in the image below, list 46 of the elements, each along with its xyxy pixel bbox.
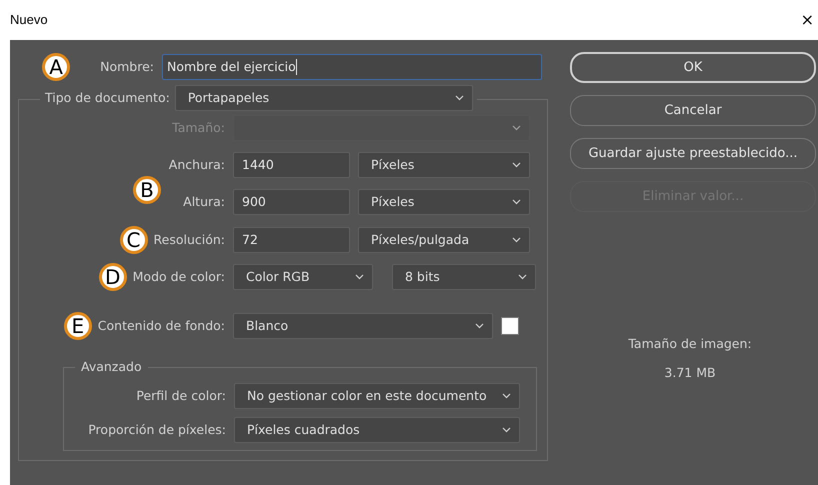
text-field[interactable]: 900 — [233, 189, 350, 215]
field-label: Altura: — [183, 192, 225, 211]
group-title: Avanzado — [80, 358, 143, 376]
close-button[interactable]: × — [798, 12, 816, 28]
color-swatch[interactable] — [501, 317, 519, 335]
field-label: Contenido de fondo: — [98, 316, 225, 335]
dropdown[interactable]: Píxeles — [358, 189, 530, 215]
annotation-marker: D — [98, 263, 127, 291]
annotation-marker: C — [120, 226, 148, 254]
annotation-marker: A — [42, 53, 70, 81]
field-label: Anchura: — [168, 156, 225, 174]
dialog-button[interactable]: Cancelar — [570, 95, 816, 126]
name-field[interactable]: Nombre del ejercicio — [162, 54, 542, 80]
field-label: Modo de color: — [132, 268, 225, 286]
chevron-down-icon — [512, 125, 521, 131]
field-label: Nombre: — [100, 58, 154, 76]
image-size-value: 3.71 MB — [664, 364, 716, 382]
dropdown[interactable]: Blanco — [233, 313, 493, 339]
chevron-down-icon — [454, 95, 464, 101]
field-label: Tipo de documento: — [44, 88, 171, 107]
dropdown[interactable]: Píxeles cuadrados — [234, 417, 520, 443]
chevron-down-icon — [502, 427, 511, 433]
chevron-down-icon — [355, 274, 364, 280]
image-size-label: Tamaño de imagen: — [628, 335, 752, 353]
dropdown[interactable]: Portapapeles — [174, 85, 473, 111]
chevron-down-icon — [512, 237, 521, 243]
text-field[interactable]: 1440 — [233, 152, 350, 178]
chevron-down-icon — [512, 162, 521, 168]
dropdown[interactable]: Píxeles — [358, 152, 530, 178]
annotation-marker: B — [133, 176, 161, 204]
dialog-button[interactable]: OK — [570, 52, 816, 83]
field-label: Perfil de color: — [136, 386, 226, 405]
dropdown[interactable]: No gestionar color en este documento — [234, 383, 520, 409]
chevron-down-icon — [502, 393, 511, 399]
field-label: Resolución: — [154, 230, 225, 249]
chevron-down-icon — [512, 199, 521, 205]
chevron-down-icon — [475, 323, 484, 329]
dropdown[interactable]: 8 bits — [392, 264, 536, 290]
field-label: Proporción de píxeles: — [88, 420, 226, 439]
dialog-button[interactable]: Guardar ajuste preestablecido... — [570, 138, 816, 169]
chevron-down-icon — [518, 274, 527, 280]
window-title: Nuevo — [10, 11, 48, 30]
annotation-marker: E — [64, 312, 92, 340]
dropdown[interactable]: Píxeles/pulgada — [358, 227, 530, 253]
dropdown[interactable]: Color RGB — [233, 264, 373, 290]
text-field[interactable]: 72 — [233, 227, 350, 253]
